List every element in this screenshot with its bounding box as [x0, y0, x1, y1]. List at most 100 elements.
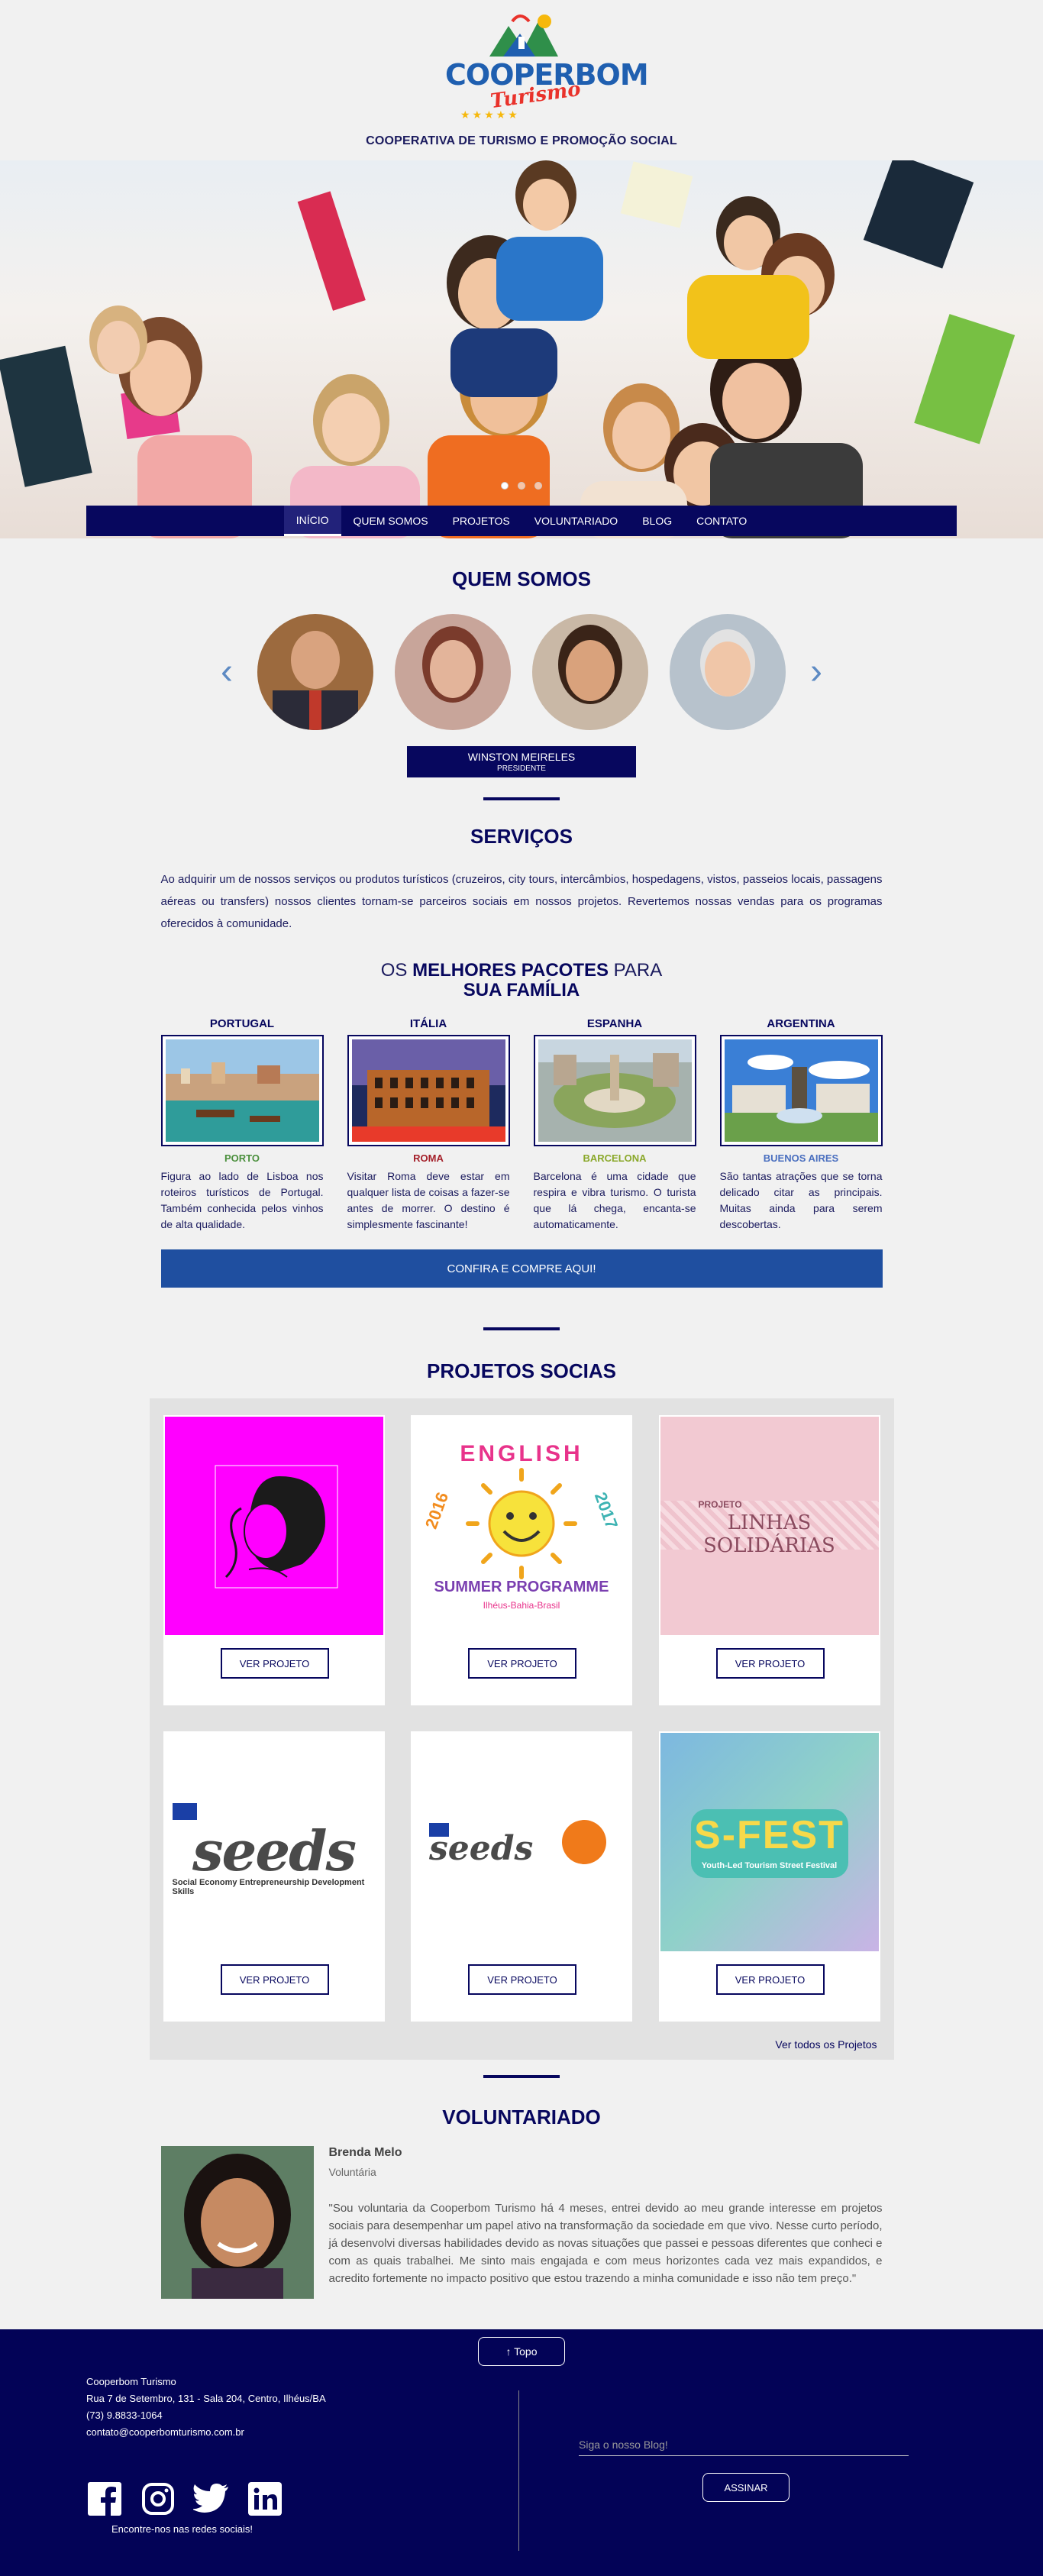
package-description: Figura ao lado de Lisboa nos roteiros tu… [160, 1170, 324, 1230]
footer-email[interactable]: contato@cooperbomturismo.com.br [86, 2424, 326, 2441]
view-project-button[interactable]: VER PROJETO [468, 1964, 576, 1995]
nav-voluntariado[interactable]: VOLUNTARIADO [522, 506, 630, 536]
nav-contato[interactable]: CONTATO [684, 506, 759, 536]
volunteer-testimonial: Brenda Melo Voluntária "Sou voluntaria d… [160, 2146, 883, 2299]
package-image[interactable] [347, 1035, 510, 1146]
project-art-subtitle: SUMMER PROGRAMME [434, 1579, 609, 1595]
view-project-button[interactable]: VER PROJETO [715, 1648, 825, 1679]
package-country: ESPANHA [586, 1017, 643, 1030]
team-carousel: ‹ › [221, 614, 822, 732]
project-image[interactable] [164, 1417, 383, 1635]
package-image[interactable] [160, 1035, 324, 1146]
package-card[interactable]: ITÁLIA ROMA Visitar Roma deve estar em q… [347, 1017, 510, 1233]
project-art-title: seeds [192, 1818, 357, 1883]
carousel-dot[interactable] [500, 482, 509, 490]
hero-banner: INÍCIO QUEM SOMOS PROJETOS VOLUNTARIADO … [0, 160, 1043, 538]
carousel-dot[interactable] [518, 482, 525, 490]
view-project-button[interactable]: VER PROJETO [715, 1964, 825, 1995]
footer-phone: (73) 9.8833-1064 [86, 2410, 163, 2421]
projects-title: PROJETOS SOCIAS [426, 1359, 617, 1382]
package-description: Barcelona é uma cidade que respira e vib… [533, 1170, 696, 1230]
member-role: PRESIDENTE [497, 764, 546, 773]
project-card[interactable]: S-FEST Youth-Led Tourism Street Festival… [658, 1731, 880, 2022]
tagline: COOPERATIVA DE TURISMO E PROMOÇÃO SOCIAL [366, 134, 677, 147]
package-city: PORTO [224, 1152, 260, 1164]
package-card[interactable]: ARGENTINA BUENOS AIRES São tantas atraçõ… [719, 1017, 883, 1233]
cooperbom-logo[interactable]: COOPERBOM Turismo ★★★★★ [445, 11, 649, 121]
carousel-prev-arrow-icon[interactable]: ‹ [221, 651, 233, 693]
logo-art-icon [489, 15, 558, 57]
package-card[interactable]: ESPANHA BARCELONA Barcelona é uma cidade… [533, 1017, 696, 1233]
project-card[interactable]: ENGLISH 2016 2017 SUMMER PROGRAMME Ilhéu… [411, 1415, 632, 1705]
site-footer: ↑ Topo Cooperbom Turismo Rua 7 de Setemb… [0, 2329, 1043, 2576]
back-to-top-button[interactable]: ↑ Topo [478, 2337, 565, 2366]
project-art-title: LINHAS SOLIDÁRIAS [703, 1511, 835, 1557]
volunteer-role: Voluntária [328, 2166, 376, 2178]
project-card[interactable]: seeds VER PROJETO [411, 1731, 632, 2022]
project-image[interactable]: ENGLISH 2016 2017 SUMMER PROGRAMME Ilhéu… [412, 1417, 631, 1635]
package-image[interactable] [533, 1035, 696, 1146]
about-title: QUEM SOMOS [451, 567, 591, 590]
package-card[interactable]: PORTUGAL PORTO Figura ao lado de Lisboa … [160, 1017, 324, 1233]
project-image[interactable]: S-FEST Youth-Led Tourism Street Festival [660, 1733, 879, 1951]
nav-inicio[interactable]: INÍCIO [283, 506, 341, 536]
volunteer-name: Brenda Melo [328, 2146, 402, 2159]
member-caption: WINSTON MEIRELES PRESIDENTE [407, 746, 636, 777]
package-country: PORTUGAL [209, 1017, 275, 1030]
linkedin-icon[interactable] [247, 2481, 283, 2517]
carousel-next-arrow-icon[interactable]: › [810, 651, 822, 693]
site-header: COOPERBOM Turismo ★★★★★ COOPERATIVA DE T… [0, 0, 1043, 160]
subscribe-button[interactable]: ASSINAR [702, 2473, 790, 2502]
view-project-button[interactable]: VER PROJETO [468, 1648, 576, 1679]
project-image[interactable]: seeds Social Economy Entrepreneurship De… [164, 1733, 383, 1951]
project-image[interactable]: PROJETO LINHAS SOLIDÁRIAS [660, 1417, 879, 1635]
project-art-label: PROJETO [698, 1499, 742, 1510]
package-city: ROMA [413, 1152, 444, 1164]
nav-quem-somos[interactable]: QUEM SOMOS [341, 506, 441, 536]
packages-title-post: PARA [609, 960, 663, 981]
twitter-icon[interactable] [193, 2481, 230, 2517]
page: COOPERBOM Turismo ★★★★★ COOPERATIVA DE T… [0, 0, 1043, 2576]
see-all-projects-link[interactable]: Ver todos os Projetos [163, 2038, 880, 2051]
team-member-photo[interactable] [257, 614, 373, 730]
team-member-photo[interactable] [670, 614, 786, 730]
project-art-title: ENGLISH [460, 1441, 583, 1466]
projects-container: VER PROJETO ENGLISH 2016 2017 SUMMER PRO… [149, 1398, 894, 2060]
newsletter-input[interactable] [579, 2433, 909, 2456]
project-art-location: Ilhéus-Bahia-Brasil [483, 1600, 560, 1611]
packages-title: OS MELHORES PACOTES PARA SUA FAMÍLIA [0, 961, 1043, 1000]
instagram-icon[interactable] [140, 2481, 176, 2517]
nav-projetos[interactable]: PROJETOS [441, 506, 522, 536]
projects-grid: VER PROJETO ENGLISH 2016 2017 SUMMER PRO… [163, 1415, 880, 2022]
view-project-button[interactable]: VER PROJETO [220, 1964, 329, 1995]
social-label: Encontre-nos nas redes sociais! [111, 2523, 253, 2535]
team-member-photo[interactable] [532, 614, 648, 730]
footer-divider [518, 2390, 519, 2551]
project-image[interactable]: seeds [412, 1733, 631, 1951]
buy-button[interactable]: CONFIRA E COMPRE AQUI! [160, 1249, 883, 1288]
packages-grid: PORTUGAL PORTO Figura ao lado de Lisboa … [160, 1017, 883, 1233]
nav-blog[interactable]: BLOG [630, 506, 684, 536]
packages-title-line2: SUA FAMÍLIA [463, 980, 580, 1000]
project-art-title: seeds [429, 1829, 534, 1868]
packages-title-pre: OS [380, 960, 413, 981]
project-art-subtitle: Youth-Led Tourism Street Festival [701, 1861, 838, 1870]
project-card[interactable]: PROJETO LINHAS SOLIDÁRIAS VER PROJETO [658, 1415, 880, 1705]
package-description: São tantas atrações que se torna delicad… [719, 1170, 883, 1230]
package-image[interactable] [719, 1035, 883, 1146]
package-description: Visitar Roma deve estar em qualquer list… [347, 1170, 510, 1230]
team-member-photo[interactable] [395, 614, 511, 730]
volunteer-photo [160, 2146, 314, 2299]
project-card[interactable]: VER PROJETO [163, 1415, 385, 1705]
carousel-dots [0, 480, 1043, 493]
services-description: Ao adquirir um de nossos serviços ou pro… [160, 873, 883, 930]
smiley-icon [562, 1820, 606, 1864]
footer-company: Cooperbom Turismo [86, 2376, 176, 2387]
view-project-button[interactable]: VER PROJETO [220, 1648, 329, 1679]
package-city: BUENOS AIRES [763, 1152, 839, 1164]
project-face-art [215, 1465, 337, 1589]
carousel-dot[interactable] [534, 482, 543, 490]
social-links [86, 2481, 283, 2517]
facebook-icon[interactable] [86, 2481, 123, 2517]
project-card[interactable]: seeds Social Economy Entrepreneurship De… [163, 1731, 385, 2022]
